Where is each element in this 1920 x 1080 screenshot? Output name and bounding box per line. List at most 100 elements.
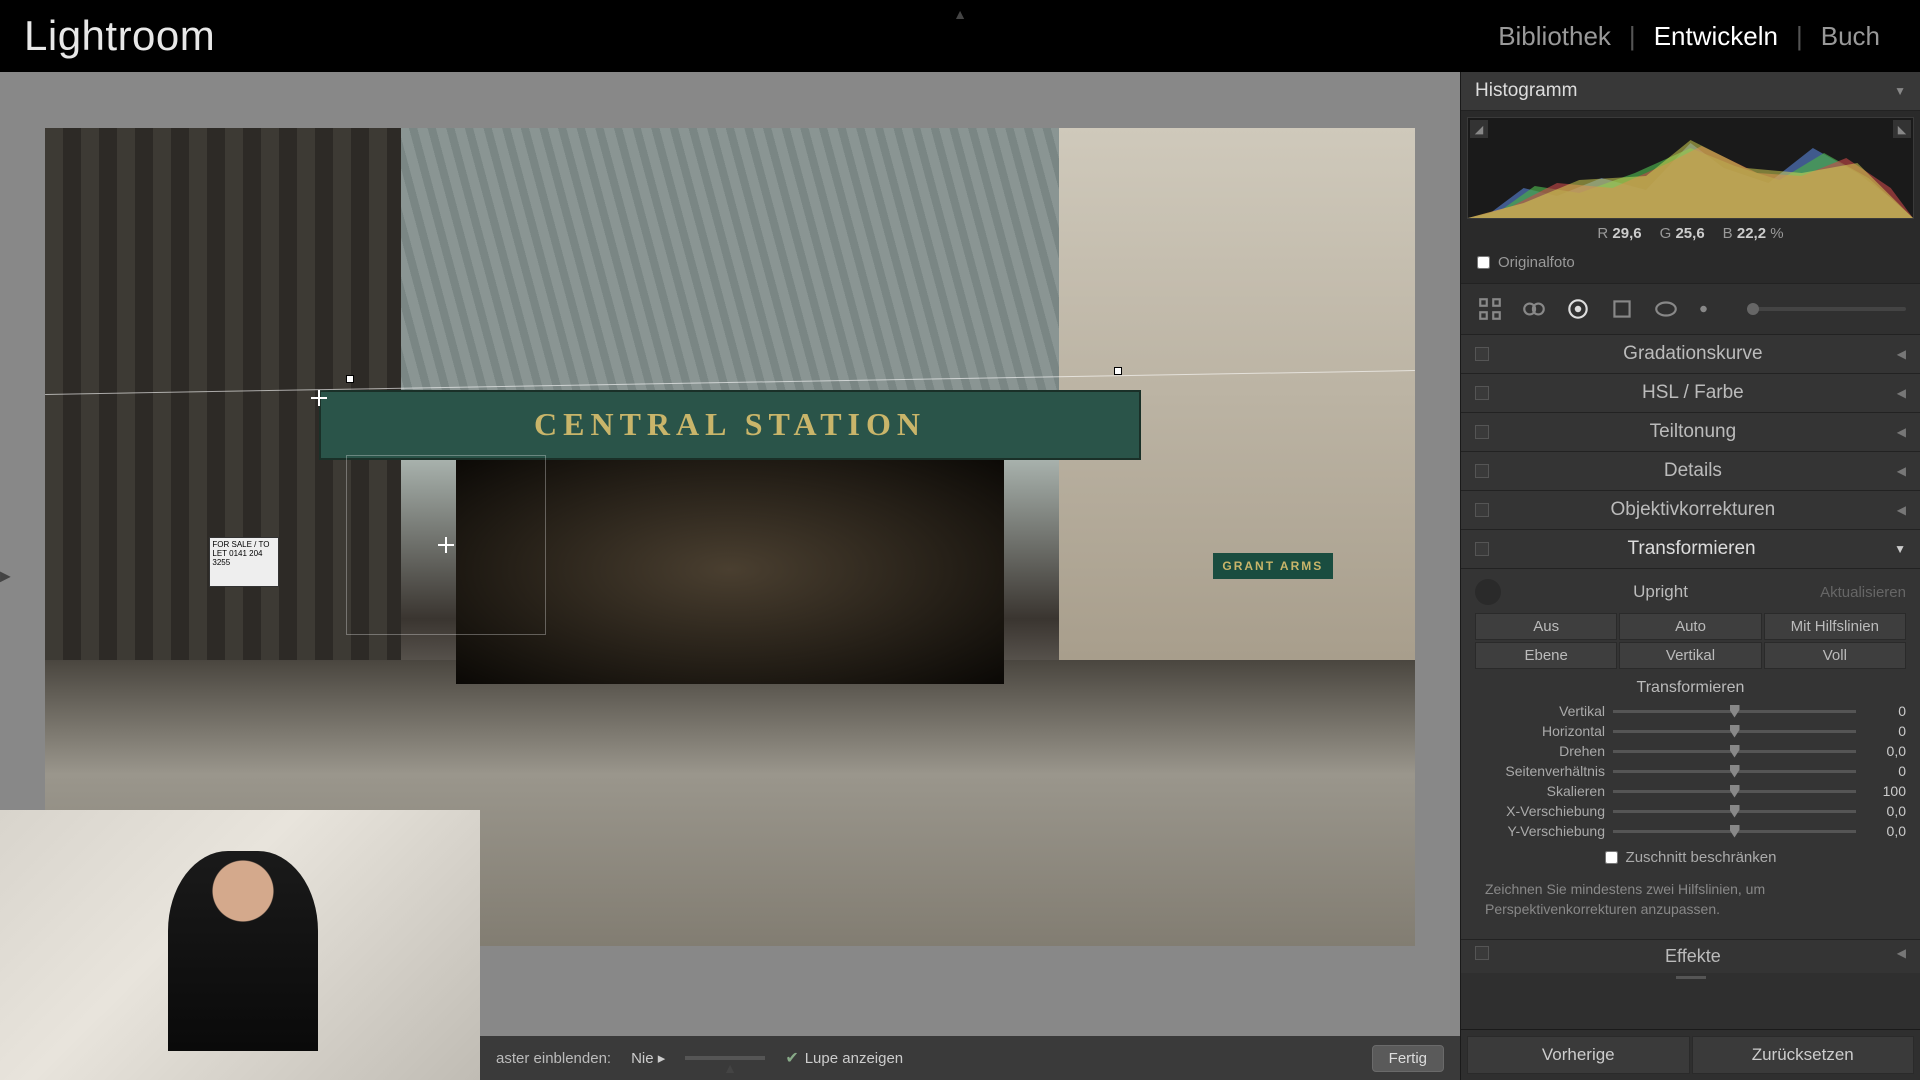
slider-thumb[interactable] [1730, 785, 1740, 798]
shadow-clip-icon[interactable]: ◢ [1470, 120, 1488, 138]
redeye-tool-icon[interactable] [1563, 294, 1593, 324]
upright-tool-icon[interactable] [1475, 579, 1501, 605]
expand-left-icon[interactable]: ▶ [0, 568, 11, 585]
loupe-overlay[interactable] [346, 455, 546, 635]
panel-switch[interactable] [1475, 347, 1489, 361]
upright-update-button[interactable]: Aktualisieren [1820, 584, 1906, 601]
slider-track[interactable] [1613, 730, 1856, 733]
chevron-left-icon: ◀ [1897, 464, 1906, 478]
check-icon: ✔ [785, 1048, 798, 1068]
radial-tool-icon[interactable] [1651, 294, 1681, 324]
slider-track[interactable] [1613, 710, 1856, 713]
original-checkbox[interactable]: Originalfoto [1467, 248, 1914, 277]
guided-toolbar: aster einblenden: Nie ▸ ✔ Lupe anzeigen … [480, 1036, 1460, 1080]
slider-thumb[interactable] [1730, 745, 1740, 758]
chevron-left-icon: ◀ [1897, 347, 1906, 361]
panel-effects[interactable]: Effekte ◀ [1461, 939, 1920, 973]
chevron-left-icon: ◀ [1897, 503, 1906, 517]
transform-slider[interactable]: Seitenverhältnis 0 [1475, 763, 1906, 779]
panel-detail[interactable]: Details◀ [1461, 452, 1920, 491]
highlight-clip-icon[interactable]: ◣ [1893, 120, 1911, 138]
module-book[interactable]: Buch [1805, 21, 1896, 52]
module-develop[interactable]: Entwickeln [1638, 21, 1794, 52]
brush-tool-icon[interactable] [1695, 294, 1725, 324]
slider-value[interactable]: 100 [1864, 783, 1906, 799]
grid-show-select[interactable]: Nie ▸ [631, 1049, 665, 1067]
slider-value[interactable]: 0 [1864, 703, 1906, 719]
slider-thumb[interactable] [1730, 725, 1740, 738]
slider-value[interactable]: 0,0 [1864, 823, 1906, 839]
upright-label: Upright [1633, 582, 1688, 602]
slider-label: Seitenverhältnis [1475, 763, 1605, 779]
slider-value[interactable]: 0,0 [1864, 803, 1906, 819]
transform-slider[interactable]: Y-Verschiebung 0,0 [1475, 823, 1906, 839]
upright-full-button[interactable]: Voll [1764, 642, 1906, 669]
panel-switch[interactable] [1475, 464, 1489, 478]
slider-thumb[interactable] [1730, 825, 1740, 838]
slider-value[interactable]: 0 [1864, 723, 1906, 739]
reset-button[interactable]: Zurücksetzen [1692, 1036, 1915, 1074]
panel-resize-handle[interactable] [1461, 973, 1920, 981]
slider-thumb[interactable] [1730, 805, 1740, 818]
crosshair-icon [438, 537, 454, 553]
chevron-down-icon: ▼ [1894, 84, 1906, 98]
transform-slider[interactable]: Vertikal 0 [1475, 703, 1906, 719]
photo-sign-left: FOR SALE / TO LET 0141 204 3255 [209, 537, 279, 587]
slider-thumb[interactable] [1730, 765, 1740, 778]
loupe-checkbox[interactable]: ✔ Lupe anzeigen [785, 1048, 903, 1068]
slider-label: Y-Verschiebung [1475, 823, 1605, 839]
crosshair-icon [311, 390, 327, 406]
transform-slider[interactable]: Horizontal 0 [1475, 723, 1906, 739]
upright-auto-button[interactable]: Auto [1619, 613, 1761, 640]
canvas-area[interactable]: ▶ CENTRAL STATION GRANT ARMS FOR SALE / … [0, 72, 1460, 1080]
panel-switch[interactable] [1475, 542, 1489, 556]
upright-vertical-button[interactable]: Vertikal [1619, 642, 1761, 669]
transform-slider[interactable]: Drehen0,0 [1475, 743, 1906, 759]
slider-value[interactable]: 0 [1864, 763, 1906, 779]
slider-label: Skalieren [1475, 783, 1605, 799]
panel-switch[interactable] [1475, 425, 1489, 439]
panel-switch[interactable] [1475, 946, 1489, 960]
panel-switch[interactable] [1475, 386, 1489, 400]
panel-switch[interactable] [1475, 503, 1489, 517]
module-sep: | [1794, 21, 1805, 52]
histogram[interactable]: ◢ ◣ [1467, 117, 1914, 219]
crop-tool-icon[interactable] [1475, 294, 1505, 324]
slider-value[interactable]: 0,0 [1864, 743, 1906, 759]
slider-track[interactable] [1613, 810, 1856, 813]
chevron-down-icon: ▼ [1894, 542, 1906, 556]
previous-button[interactable]: Vorherige [1467, 1036, 1690, 1074]
module-picker: Bibliothek | Entwickeln | Buch [1482, 21, 1896, 52]
slider-label: Horizontal [1475, 723, 1605, 739]
transform-slider[interactable]: Skalieren 100 [1475, 783, 1906, 799]
slider-track[interactable] [1613, 790, 1856, 793]
constrain-crop-checkbox[interactable]: Zuschnitt beschränken [1475, 849, 1906, 866]
upright-level-button[interactable]: Ebene [1475, 642, 1617, 669]
panel-transform[interactable]: Transformieren▼ [1461, 530, 1920, 569]
slider-track[interactable] [1613, 830, 1856, 833]
slider-track[interactable] [1613, 770, 1856, 773]
brush-size-slider[interactable] [1747, 307, 1906, 311]
slider-track[interactable] [1613, 750, 1856, 753]
panel-hsl[interactable]: HSL / Farbe◀ [1461, 374, 1920, 413]
histogram-header[interactable]: Histogramm▼ [1461, 72, 1920, 111]
done-button[interactable]: Fertig [1372, 1045, 1444, 1072]
chevron-left-icon: ◀ [1897, 946, 1906, 967]
guide-handle[interactable] [1114, 367, 1122, 375]
photo-sign-right: GRANT ARMS [1213, 553, 1333, 579]
panel-lens[interactable]: Objektivkorrekturen◀ [1461, 491, 1920, 530]
panel-tone-curve[interactable]: Gradationskurve◀ [1461, 335, 1920, 374]
module-library[interactable]: Bibliothek [1482, 21, 1627, 52]
transform-slider[interactable]: X-Verschiebung0,0 [1475, 803, 1906, 819]
panel-split-toning[interactable]: Teiltonung◀ [1461, 413, 1920, 452]
spot-tool-icon[interactable] [1519, 294, 1549, 324]
slider-label: Vertikal [1475, 703, 1605, 719]
collapse-bottom-icon[interactable]: ▲ [723, 1060, 737, 1076]
guide-handle[interactable] [346, 375, 354, 383]
upright-off-button[interactable]: Aus [1475, 613, 1617, 640]
collapse-top-icon[interactable]: ▲ [953, 6, 967, 22]
gradient-tool-icon[interactable] [1607, 294, 1637, 324]
upright-guided-button[interactable]: Mit Hilfslinien [1764, 613, 1906, 640]
module-sep: | [1627, 21, 1638, 52]
slider-thumb[interactable] [1730, 705, 1740, 718]
